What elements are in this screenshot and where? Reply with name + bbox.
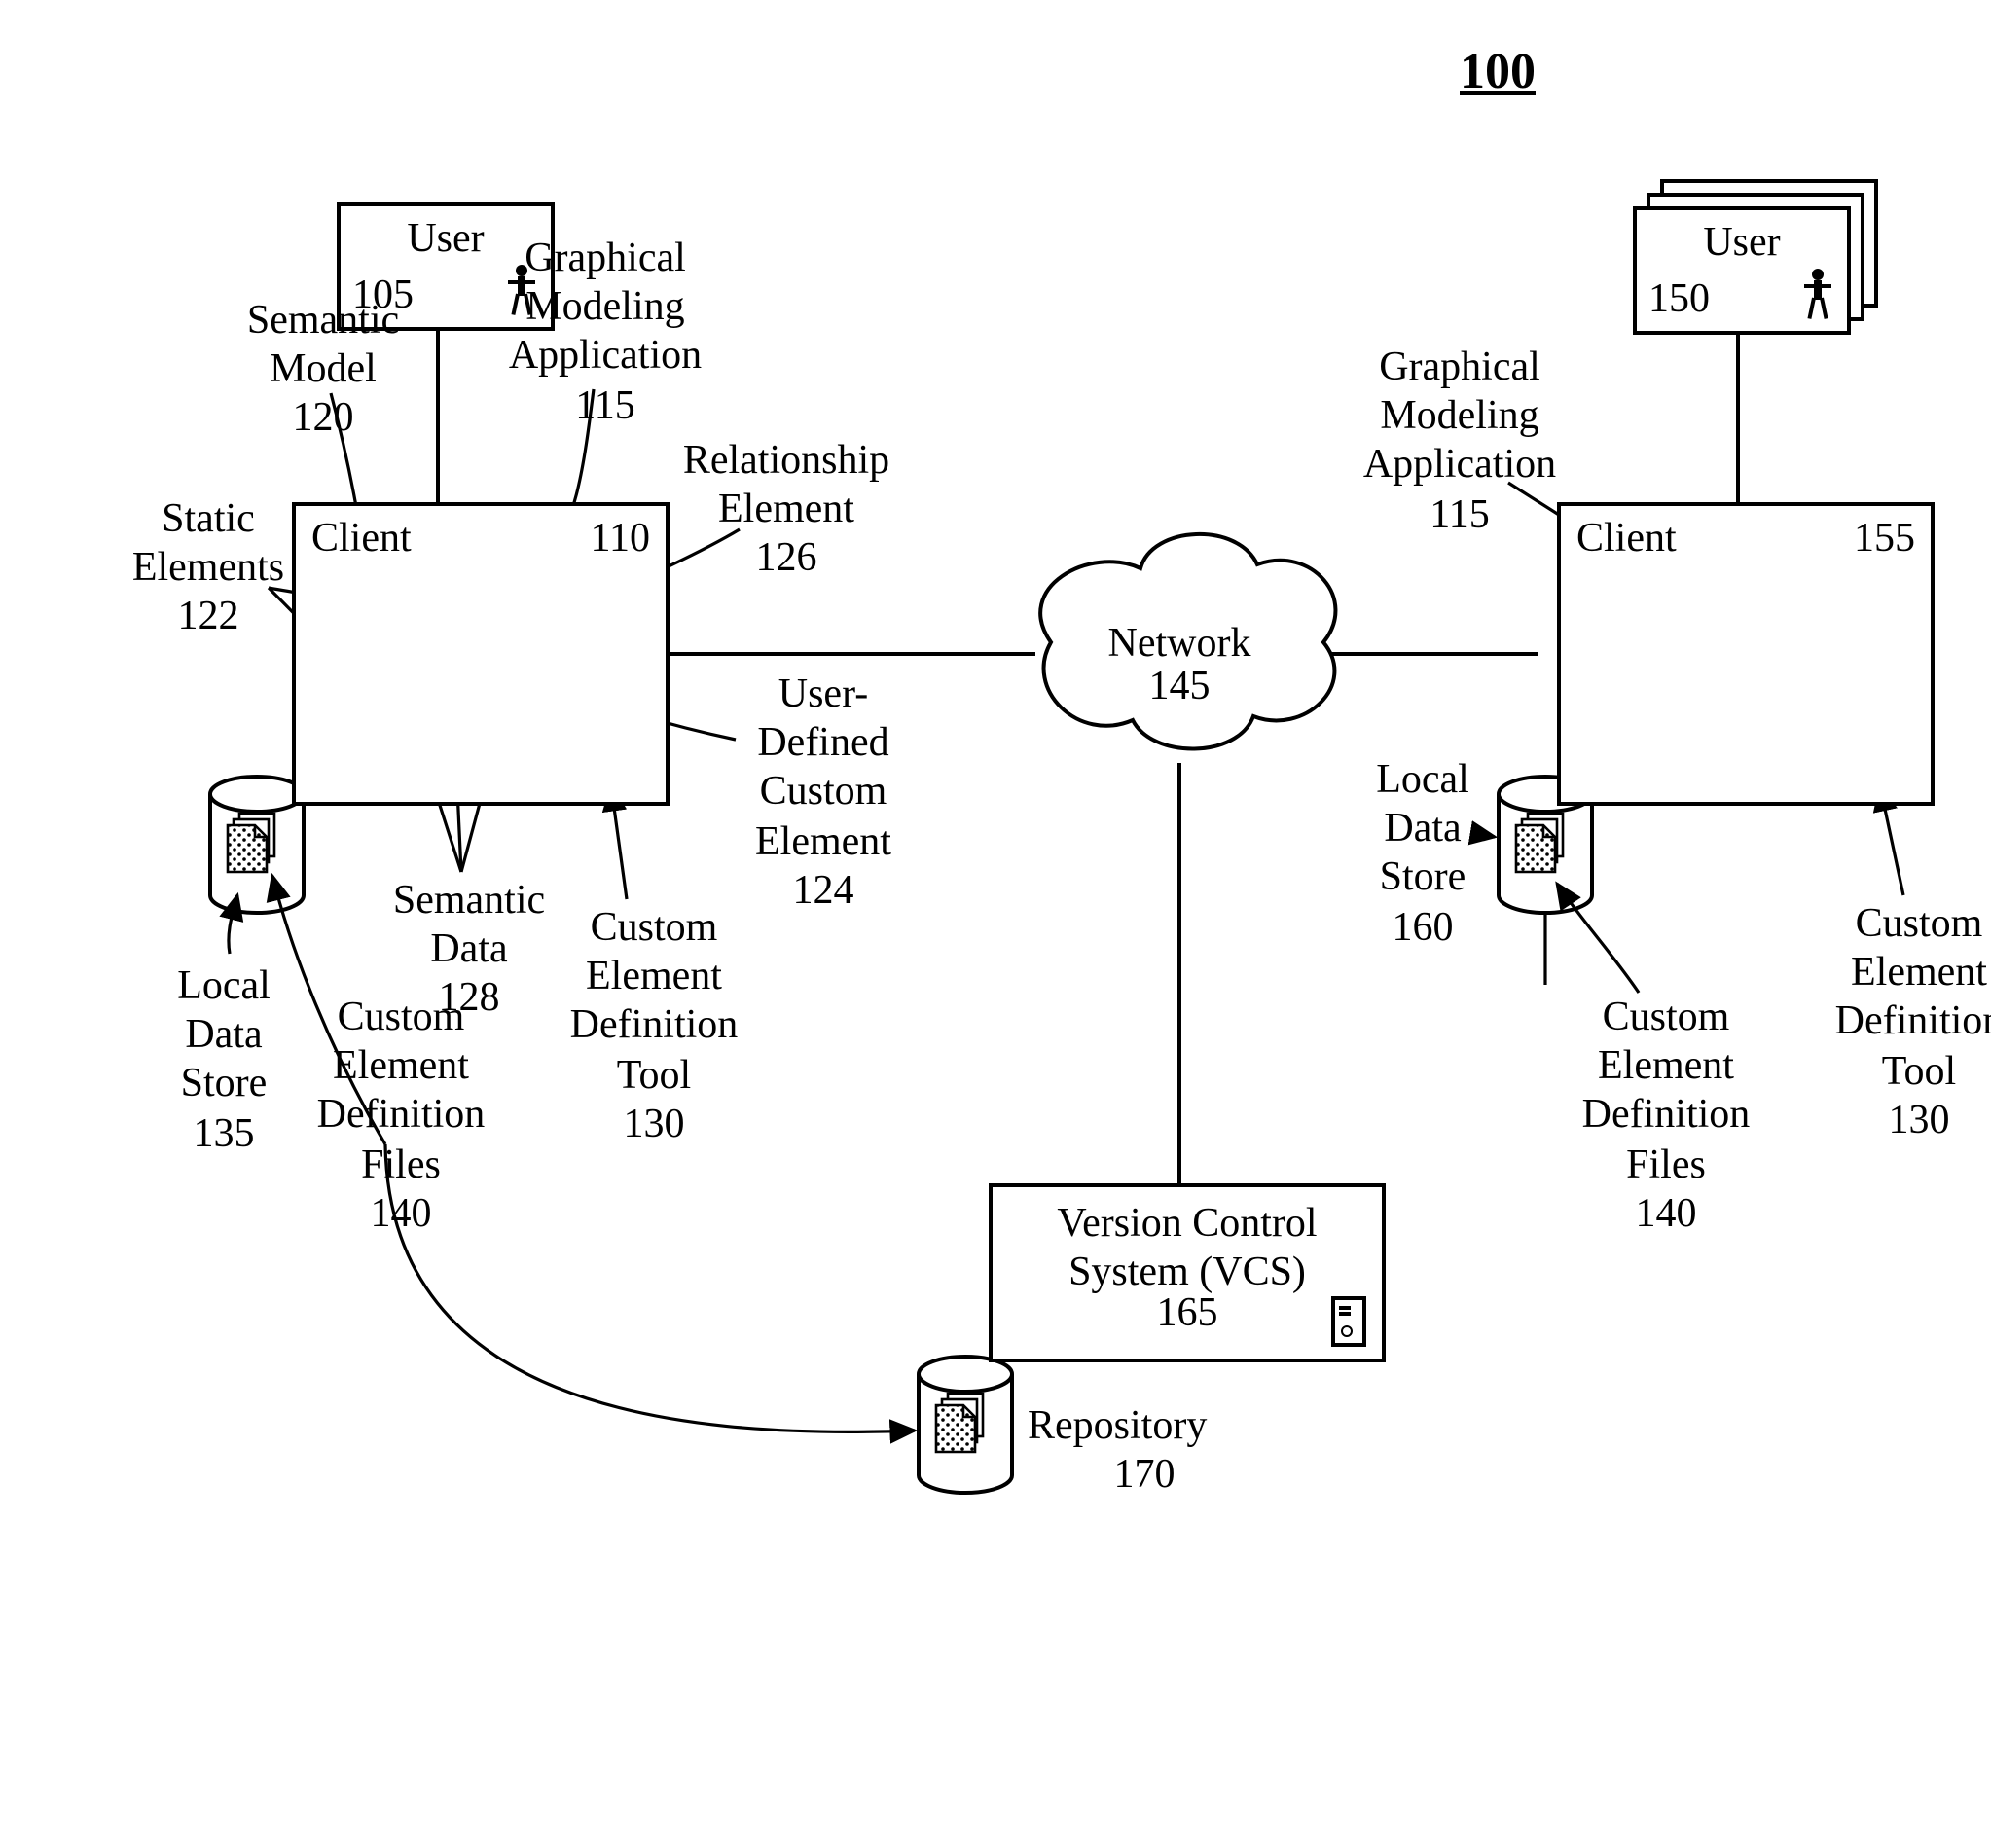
static-elements-label: Static Elements 122 [121, 494, 296, 641]
user-defined-label: User-Defined Custom Element 124 [736, 670, 911, 915]
tool-right-title: Custom Element Definition Tool [1835, 899, 1991, 1093]
store-right-ref: 160 [1393, 902, 1454, 949]
tool-right-label: Custom Element Definition Tool 130 [1822, 899, 1991, 1144]
client-left-ref: 110 [591, 514, 650, 562]
app-left-title: Graphical Modeling Application [509, 234, 702, 379]
tool-left-label: Custom Element Definition Tool 130 [557, 903, 751, 1148]
tool-left-ref: 130 [624, 1100, 685, 1146]
semantic-model-title: Semantic Model [247, 296, 399, 391]
app-right-label: Graphical Modeling Application 115 [1351, 343, 1569, 539]
files-left-ref: 140 [371, 1189, 432, 1236]
user-right-ref: 150 [1648, 274, 1726, 323]
person-icon [1804, 269, 1831, 319]
app-left-label: Graphical Modeling Application 115 [498, 234, 712, 430]
cylinder-left [210, 777, 304, 913]
static-elements-ref: 122 [178, 593, 239, 639]
vcs-box: Version Control System (VCS) 165 [989, 1183, 1386, 1362]
repository-title: Repository [1028, 1401, 1207, 1448]
relationship-title: Relationship Element [683, 436, 889, 531]
tool-left-title: Custom Element Definition Tool [570, 903, 739, 1097]
user-right-title: User [1637, 218, 1847, 267]
files-left-title: Custom Element Definition Files [317, 993, 486, 1186]
app-right-ref: 115 [1430, 489, 1489, 536]
tool-right-ref: 130 [1889, 1096, 1950, 1142]
client-right-title: Client [1576, 514, 1677, 562]
semantic-model-ref: 120 [293, 394, 354, 441]
app-right-title: Graphical Modeling Application [1363, 343, 1556, 488]
store-right-title: Local Data Store [1376, 755, 1469, 900]
user-defined-ref: 124 [793, 866, 854, 913]
semantic-model-label: Semantic Model 120 [226, 296, 420, 443]
user-box-right: User 150 [1633, 206, 1851, 335]
store-left-title: Local Data Store [177, 961, 271, 1106]
app-left-ref: 115 [575, 380, 634, 427]
files-right-title: Custom Element Definition Files [1582, 993, 1751, 1186]
store-left-ref: 135 [194, 1108, 255, 1155]
computer-tower-icon [1331, 1296, 1366, 1347]
semantic-data-title: Semantic Data [393, 876, 545, 971]
repository-label: Repository 170 [1028, 1401, 1261, 1500]
system-diagram: 100 [0, 0, 1991, 1848]
repository-ref: 170 [1028, 1450, 1261, 1499]
files-left-label: Custom Element Definition Files 140 [304, 993, 498, 1238]
client-left-title: Client [311, 514, 412, 562]
user-defined-title: User-Defined Custom Element [755, 670, 891, 863]
vcs-title: Version Control System (VCS) [993, 1199, 1382, 1297]
client-right-ref: 155 [1854, 514, 1915, 562]
files-right-label: Custom Element Definition Files 140 [1569, 993, 1763, 1238]
network-ref: 145 [1102, 662, 1257, 710]
client-box-left: Client 110 [292, 502, 670, 806]
store-right-label: Local Data Store 160 [1355, 755, 1491, 952]
store-left-label: Local Data Store 135 [156, 961, 292, 1158]
cylinder-repo [919, 1357, 1012, 1493]
files-right-ref: 140 [1636, 1189, 1697, 1236]
static-elements-title: Static Elements [132, 494, 284, 590]
vcs-ref: 165 [993, 1288, 1382, 1337]
network-title: Network [1102, 619, 1257, 668]
relationship-label: Relationship Element 126 [670, 436, 903, 583]
relationship-ref: 126 [756, 534, 817, 581]
client-box-right: Client 155 [1557, 502, 1935, 806]
